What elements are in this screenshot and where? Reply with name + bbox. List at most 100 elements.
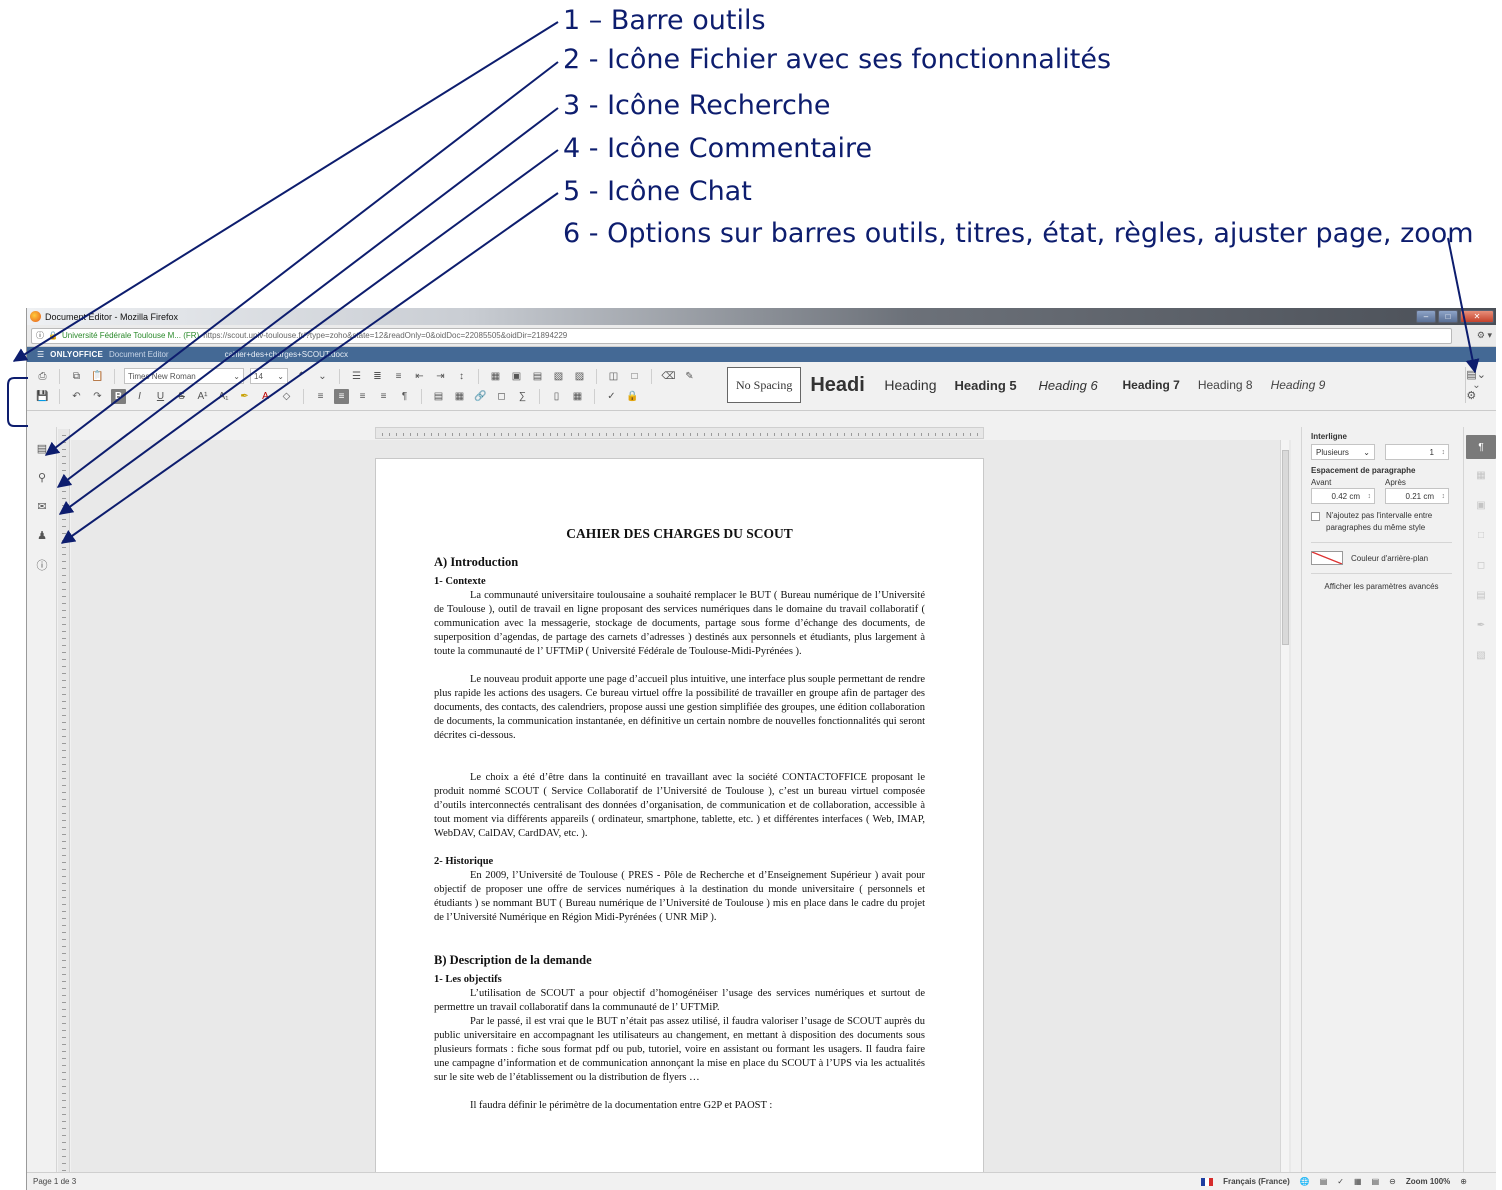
line-spacing-icon[interactable]: ↕: [454, 369, 469, 384]
style-heading-1[interactable]: Headi: [801, 367, 875, 403]
superscript-icon[interactable]: A¹: [195, 389, 210, 404]
zoom-level[interactable]: Zoom 100%: [1406, 1177, 1450, 1186]
justify-icon[interactable]: ≡: [376, 389, 391, 404]
info-icon[interactable]: ⓘ: [35, 558, 49, 572]
align-right-icon[interactable]: ≡: [355, 389, 370, 404]
line-spacing-input[interactable]: 1: [1385, 444, 1449, 460]
page-size-icon[interactable]: ▦: [570, 389, 585, 404]
spacing-after-input[interactable]: 0.21 cm: [1385, 488, 1449, 504]
table-settings-icon[interactable]: ▦: [1473, 467, 1489, 483]
numbered-list-icon[interactable]: ≣: [370, 369, 385, 384]
document-page[interactable]: CAHIER DES CHARGES DU SCOUT A) Introduct…: [375, 458, 984, 1188]
insert-header-icon[interactable]: ▦: [452, 389, 467, 404]
columns-icon[interactable]: ◫: [606, 369, 621, 384]
extensions-icon[interactable]: ⚙ ▾: [1452, 330, 1492, 341]
search-icon[interactable]: ⚲: [35, 470, 49, 484]
strikethrough-icon[interactable]: S: [174, 389, 189, 404]
style-heading-2[interactable]: Heading: [875, 367, 945, 403]
header-settings-icon[interactable]: □: [1473, 527, 1489, 543]
bold-icon[interactable]: B: [111, 388, 126, 404]
insert-textbox-icon[interactable]: ▧: [551, 369, 566, 384]
background-color-picker[interactable]: [1311, 551, 1343, 565]
paste-icon[interactable]: 📋: [90, 369, 105, 384]
style-heading-8[interactable]: Heading 8: [1189, 367, 1262, 403]
insert-equation-icon[interactable]: ∑: [515, 389, 530, 404]
gear-icon[interactable]: ⚙: [1466, 389, 1486, 402]
advanced-settings-link[interactable]: Afficher les paramètres avancés: [1311, 582, 1452, 591]
comment-icon[interactable]: ✉: [35, 499, 49, 513]
multilevel-list-icon[interactable]: ≡: [391, 369, 406, 384]
highlight-icon[interactable]: ✒: [237, 389, 252, 404]
italic-icon[interactable]: I: [132, 389, 147, 404]
subscript-icon[interactable]: A₁: [216, 389, 231, 404]
view-settings-icon[interactable]: ▤⌄: [1466, 368, 1486, 381]
insert-textart-icon[interactable]: ▨: [572, 369, 587, 384]
url-text[interactable]: https://scout.univ-toulouse.fr/?type=zoh…: [203, 331, 567, 340]
minimize-button[interactable]: –: [1416, 310, 1436, 323]
insert-image-icon[interactable]: ▣: [509, 369, 524, 384]
increase-font-icon[interactable]: ⌃: [294, 369, 309, 384]
file-icon[interactable]: ▤: [35, 441, 49, 455]
app-window: Document Editor - Mozilla Firefox – □ ✕ …: [26, 308, 1496, 1190]
fit-width-icon[interactable]: ▤: [1372, 1177, 1380, 1186]
style-no-spacing[interactable]: No Spacing: [727, 367, 802, 403]
nonprinting-chars-icon[interactable]: ¶: [397, 389, 412, 404]
hyperlink-icon[interactable]: 🔗: [473, 389, 488, 404]
line-spacing-mode-select[interactable]: Plusieurs ⌄: [1311, 444, 1375, 460]
paragraph-settings-icon[interactable]: ¶: [1466, 435, 1496, 459]
textart-settings-icon[interactable]: ✒: [1473, 617, 1489, 633]
paragraph-shading-icon[interactable]: ◇: [279, 389, 294, 404]
save-icon[interactable]: 💾: [35, 389, 50, 404]
line-spacing-value: 1: [1429, 447, 1434, 457]
zoom-in-icon[interactable]: ⊕: [1460, 1177, 1467, 1186]
shape-settings-icon[interactable]: ◻: [1473, 557, 1489, 573]
mail-merge-settings-icon[interactable]: ▧: [1473, 647, 1489, 663]
clear-style-icon[interactable]: ⌫: [661, 369, 676, 384]
style-heading-7[interactable]: Heading 7: [1113, 367, 1188, 403]
style-heading-5[interactable]: Heading 5: [945, 367, 1029, 403]
insert-shape-icon[interactable]: ◻: [494, 389, 509, 404]
insert-page-break-icon[interactable]: ▤: [431, 389, 446, 404]
decrease-font-icon[interactable]: ⌄: [315, 369, 330, 384]
align-left-icon[interactable]: ≡: [313, 389, 328, 404]
mail-merge-icon[interactable]: ✓: [604, 389, 619, 404]
chat-icon[interactable]: ♟: [35, 528, 49, 542]
language-select[interactable]: Français (France): [1223, 1177, 1290, 1186]
font-size-select[interactable]: 14 ⌄: [250, 368, 288, 384]
lock-icon[interactable]: 🔒: [625, 389, 640, 404]
fit-page-icon[interactable]: ▦: [1354, 1177, 1362, 1186]
spacing-before-input[interactable]: 0.42 cm: [1311, 488, 1375, 504]
track-changes-icon[interactable]: ▤: [1320, 1177, 1328, 1186]
chart-settings-icon[interactable]: ▤: [1473, 587, 1489, 603]
copy-style-icon[interactable]: ✎: [682, 369, 697, 384]
increase-indent-icon[interactable]: ⇥: [433, 369, 448, 384]
underline-icon[interactable]: U: [153, 389, 168, 404]
url-input[interactable]: ⓘ 🔒 Université Fédérale Toulouse M... (F…: [31, 327, 1452, 344]
zoom-out-icon[interactable]: ⊖: [1389, 1177, 1396, 1186]
print-icon[interactable]: ⎙: [35, 369, 50, 384]
decrease-indent-icon[interactable]: ⇤: [412, 369, 427, 384]
spellcheck-icon[interactable]: ✓: [1337, 1177, 1344, 1186]
insert-chart-icon[interactable]: ▤: [530, 369, 545, 384]
bullet-list-icon[interactable]: ☰: [349, 369, 364, 384]
style-heading-6[interactable]: Heading 6: [1029, 367, 1113, 403]
image-settings-icon[interactable]: ▣: [1473, 497, 1489, 513]
redo-icon[interactable]: ↷: [90, 389, 105, 404]
insert-table-icon[interactable]: ▦: [488, 369, 503, 384]
info-icon[interactable]: ⓘ: [36, 330, 44, 341]
close-button[interactable]: ✕: [1460, 310, 1494, 323]
orientation-icon[interactable]: ▯: [549, 389, 564, 404]
style-heading-9[interactable]: Heading 9: [1262, 367, 1335, 403]
copy-icon[interactable]: ⧉: [69, 369, 84, 384]
vertical-scrollbar[interactable]: [1280, 440, 1289, 1172]
undo-icon[interactable]: ↶: [69, 389, 84, 404]
site-identity[interactable]: Université Fédérale Toulouse M... (FR): [62, 331, 199, 340]
maximize-button[interactable]: □: [1438, 310, 1458, 323]
no-interval-checkbox[interactable]: [1311, 512, 1320, 521]
font-color-icon[interactable]: A: [258, 389, 273, 404]
font-name-select[interactable]: Times New Roman ⌄: [124, 368, 244, 384]
scrollbar-thumb[interactable]: [1282, 450, 1289, 645]
globe-icon[interactable]: 🌐: [1300, 1177, 1310, 1186]
page-margins-icon[interactable]: □: [627, 369, 642, 384]
align-center-icon[interactable]: ≡: [334, 388, 349, 404]
